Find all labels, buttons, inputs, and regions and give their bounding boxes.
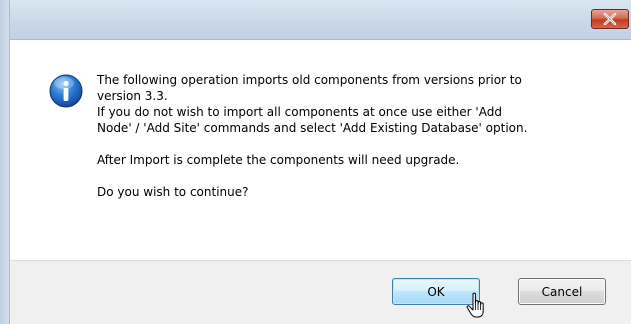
- close-button[interactable]: [591, 9, 629, 29]
- upgrade-note: After Import is complete the components …: [97, 153, 460, 167]
- close-icon: [603, 13, 617, 25]
- message-line-2: version 3.3.: [97, 89, 168, 103]
- message-line-4: Node' / 'Add Site' commands and select '…: [97, 121, 528, 135]
- message-line-1: The following operation imports old comp…: [97, 73, 522, 87]
- title-bar[interactable]: [0, 0, 631, 40]
- ok-button[interactable]: OK: [392, 278, 480, 305]
- cancel-button-label: Cancel: [541, 284, 583, 299]
- dialog-content: The following operation imports old comp…: [10, 40, 631, 260]
- window-left-edge: [0, 0, 10, 324]
- confirm-question: Do you wish to continue?: [97, 185, 249, 199]
- message-line-3: If you do not wish to import all compone…: [97, 105, 502, 119]
- message-dialog: The following operation imports old comp…: [0, 0, 631, 324]
- message-text: The following operation imports old comp…: [97, 72, 617, 200]
- button-bar: OK Cancel: [10, 260, 631, 324]
- info-icon: [49, 74, 83, 108]
- ok-button-label: OK: [427, 284, 445, 299]
- cancel-button[interactable]: Cancel: [518, 278, 606, 305]
